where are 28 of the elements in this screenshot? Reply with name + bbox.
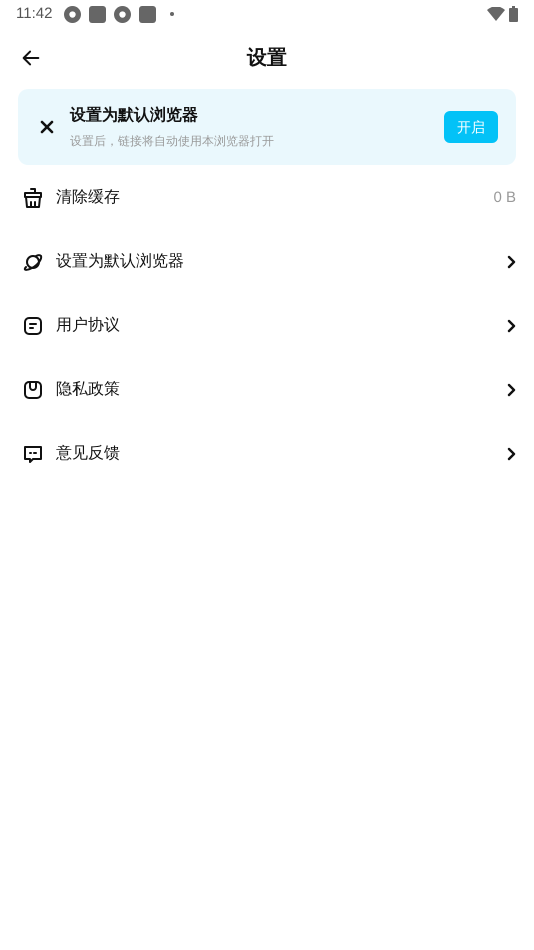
settings-row[interactable]: 清除缓存 0 B (0, 166, 534, 230)
chevron-right-icon (506, 254, 516, 270)
settings-row[interactable]: 设置为默认浏览器 (0, 230, 534, 294)
wifi-icon (487, 7, 505, 21)
row-label: 设置为默认浏览器 (56, 252, 185, 272)
status-time: 11:42 (16, 4, 52, 24)
row-label: 意见反馈 (56, 444, 121, 464)
app-notification-icon (89, 6, 106, 22)
banner-title: 设置为默认浏览器 (70, 105, 199, 126)
app-notification-icon (139, 6, 156, 22)
battery-icon (509, 6, 518, 22)
chevron-right-icon (506, 318, 516, 334)
row-label: 隐私政策 (56, 380, 121, 400)
chevron-right-icon (506, 446, 516, 462)
document-icon (21, 314, 45, 338)
app-notification-icon (64, 6, 82, 22)
chevron-right-icon (506, 382, 516, 398)
close-button[interactable] (38, 118, 56, 136)
row-label: 用户协议 (56, 316, 121, 336)
banner-subtitle: 设置后，链接将自动使用本浏览器打开 (70, 133, 275, 150)
app-notification-icon (114, 6, 132, 22)
settings-row[interactable]: 隐私政策 (0, 358, 534, 422)
more-notifications-icon (170, 12, 174, 16)
settings-row[interactable]: 意见反馈 (0, 422, 534, 486)
settings-row[interactable]: 用户协议 (0, 294, 534, 358)
cache-size: 0 B (493, 188, 516, 208)
page-title: 设置 (247, 46, 287, 71)
row-label: 清除缓存 (56, 188, 121, 208)
